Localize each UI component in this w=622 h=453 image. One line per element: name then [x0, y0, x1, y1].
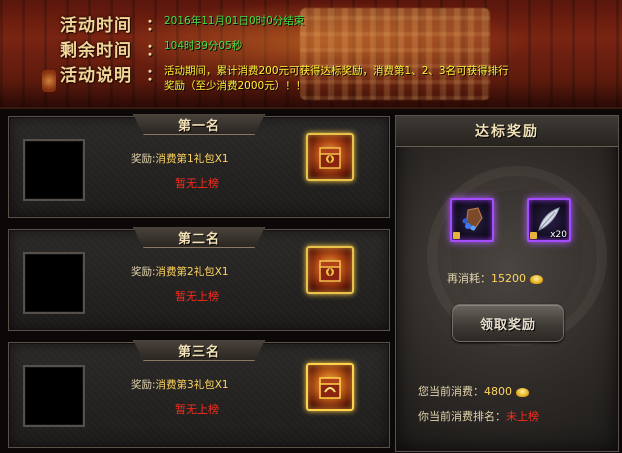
reward-label: 奖励: — [131, 153, 156, 165]
current-spend-value: 4800 — [484, 385, 512, 398]
gem-pouch-icon — [462, 207, 483, 231]
event-desc-value: 活动期间，累计消费200元可获得达标奖励，消费第1、2、3名可获得排行 奖励（至… — [164, 61, 509, 94]
rank-tab: 第二名 — [133, 227, 265, 248]
rank-status: 暂无上榜 — [175, 177, 219, 190]
rank-title: 第三名 — [177, 344, 220, 360]
target-reward-header: 达标奖励 — [396, 116, 618, 147]
chest-icon[interactable] — [306, 363, 354, 411]
claim-reward-button[interactable]: 领取奖励 — [452, 304, 564, 342]
current-rank-line: 你当前消费排名：未上榜 — [418, 408, 539, 424]
remaining-time-label: 剩余时间 — [60, 41, 132, 61]
claim-reward-label: 领取奖励 — [479, 317, 536, 333]
reward-value: 消费第1礼包X1 — [155, 153, 229, 165]
item-quantity: x20 — [550, 230, 567, 240]
colon: ： — [146, 40, 163, 59]
current-rank-value: 未上榜 — [506, 410, 539, 423]
event-time-value: 2016年11月01日0时0分结束 — [164, 15, 305, 27]
lock-icon — [530, 232, 537, 239]
colon: ： — [146, 65, 163, 84]
rank-panel-1: 第一名 奖励:消费第1礼包X1 暂无上榜 — [8, 114, 390, 218]
event-time-row: 活动时间 ： 2016年11月01日0时0分结束 — [60, 11, 304, 36]
reward-line: 奖励:消费第2礼包X1 — [131, 264, 229, 279]
reward-value: 消费第3礼包X1 — [155, 379, 229, 391]
rank-status: 暂无上榜 — [175, 403, 219, 416]
rank-tab: 第一名 — [133, 114, 265, 135]
event-time-label: 活动时间 — [60, 16, 132, 36]
event-banner: 活动时间 ： 2016年11月01日0时0分结束 剩余时间 ： 104时39分0… — [0, 0, 622, 109]
colon: ： — [146, 15, 163, 34]
current-spend-line: 您当前消费：4800 — [418, 383, 529, 399]
lantern-decoration — [42, 70, 56, 92]
rank-panel-3: 第三名 奖励:消费第3礼包X1 暂无上榜 — [8, 340, 390, 448]
player-avatar-slot[interactable] — [23, 139, 85, 201]
remaining-cost-value: 15200 — [491, 272, 526, 285]
rank-panel-2: 第二名 奖励:消费第2礼包X1 暂无上榜 — [8, 227, 390, 331]
event-desc-row: 活动说明 ： 活动期间，累计消费200元可获得达标奖励，消费第1、2、3名可获得… — [60, 61, 509, 94]
current-spend-label: 您当前消费： — [418, 385, 484, 398]
reward-label: 奖励: — [131, 266, 156, 278]
chest-icon[interactable] — [306, 133, 354, 181]
lock-icon — [453, 232, 460, 239]
reward-value: 消费第2礼包X1 — [155, 266, 229, 278]
remaining-time-value: 104时39分05秒 — [164, 40, 243, 52]
remaining-time-row: 剩余时间 ： 104时39分05秒 — [60, 36, 242, 61]
current-rank-label: 你当前消费排名： — [418, 410, 506, 423]
rank-status: 暂无上榜 — [175, 290, 219, 303]
player-avatar-slot[interactable] — [23, 365, 85, 427]
gold-ingot-icon — [530, 274, 543, 284]
reward-line: 奖励:消费第1礼包X1 — [131, 151, 229, 166]
remaining-cost-line: 再消耗：15200 — [447, 270, 543, 286]
reward-label: 奖励: — [131, 379, 156, 391]
chest-icon[interactable] — [306, 246, 354, 294]
event-desc-line-1: 活动期间，累计消费200元可获得达标奖励，消费第1、2、3名可获得排行 — [164, 65, 509, 77]
player-avatar-slot[interactable] — [23, 252, 85, 314]
rank-title: 第一名 — [177, 118, 220, 134]
rank-tab: 第三名 — [133, 340, 265, 361]
target-reward-panel: 达标奖励 x20 再消耗：15200 领取奖励 您当前消费：4800 你当前消费… — [395, 115, 619, 452]
target-reward-title: 达标奖励 — [475, 124, 539, 140]
remaining-cost-label: 再消耗： — [447, 272, 491, 285]
event-desc-label: 活动说明 — [60, 66, 132, 86]
event-desc-line-2: 奖励（至少消费2000元）！！ — [164, 80, 307, 92]
reward-line: 奖励:消费第3礼包X1 — [131, 377, 229, 392]
gold-ingot-icon — [516, 387, 529, 397]
reward-item-2[interactable]: x20 — [527, 198, 571, 242]
rank-title: 第二名 — [177, 231, 220, 247]
reward-item-1[interactable] — [450, 198, 494, 242]
